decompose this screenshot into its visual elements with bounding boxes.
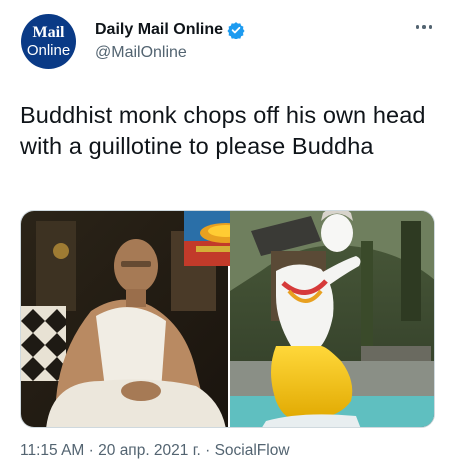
- more-options-icon[interactable]: [412, 17, 436, 37]
- tweet-source[interactable]: SocialFlow: [215, 442, 290, 459]
- avatar[interactable]: Mail Online: [21, 14, 76, 69]
- verified-badge-icon: [227, 21, 245, 40]
- tweet-time[interactable]: 11:15 AM: [20, 442, 84, 459]
- avatar-logo-line2: Online: [26, 42, 71, 59]
- meta-separator: ·: [88, 442, 94, 459]
- tweet-text: Buddhist monk chops off his own head wit…: [20, 102, 426, 159]
- display-name[interactable]: Daily Mail Online: [95, 21, 223, 39]
- tweet-meta: 11:15 AM · 20 апр. 2021 г. · SocialFlow: [20, 442, 290, 460]
- tweet-media-image[interactable]: [20, 210, 435, 428]
- user-handle[interactable]: @MailOnline: [95, 44, 187, 62]
- statue-photo: [230, 211, 434, 427]
- tweet-date[interactable]: 20 апр. 2021 г.: [98, 442, 201, 459]
- author-name-row: Daily Mail Online: [95, 19, 245, 41]
- avatar-logo-line1: Mail: [32, 24, 65, 41]
- tweet-card: Mail Online Daily Mail Online @MailOnlin…: [0, 0, 450, 469]
- meta-separator: ·: [205, 442, 211, 459]
